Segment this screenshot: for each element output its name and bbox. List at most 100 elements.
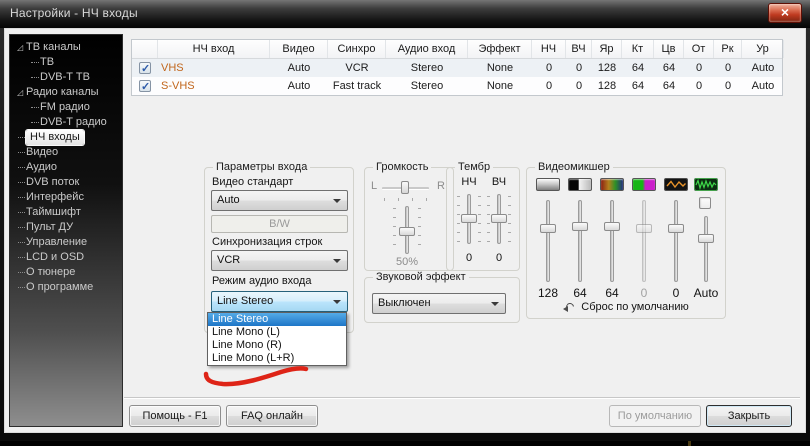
table-row[interactable]: S-VHSAutoFast trackStereoNone00128646400… (132, 77, 782, 95)
mixer-slider[interactable] (578, 200, 582, 282)
mixer-slider-thumb[interactable] (572, 222, 588, 231)
title-bar[interactable]: Настройки - НЧ входы × (0, 0, 810, 28)
sidebar-item-control[interactable]: Управление (10, 235, 122, 250)
hue-icon[interactable] (632, 178, 656, 191)
column-header[interactable]: НЧ (532, 40, 566, 58)
table-cell: 64 (654, 77, 684, 95)
dialog-client-area: ◿ТВ каналыТВDVB-T ТВ◿Радио каналыFM ради… (4, 28, 806, 433)
column-header[interactable]: Аудио вход (386, 40, 468, 58)
sidebar-item-label: НЧ входы (26, 130, 84, 145)
mixer-channel: Auto (691, 178, 721, 318)
column-header[interactable]: Ур (742, 40, 784, 58)
mixer-slider-thumb[interactable] (540, 224, 556, 233)
mixer-slider[interactable] (546, 200, 550, 282)
tone-channel-label: НЧ (455, 176, 483, 188)
faq-online-button[interactable]: FAQ онлайн (226, 405, 318, 427)
table-cell: Auto (742, 59, 784, 77)
mixer-slider[interactable] (704, 216, 708, 282)
chevron-down-icon (333, 300, 341, 304)
sidebar-item-fm-radio[interactable]: FM радио (10, 100, 122, 115)
table-cell: 64 (622, 59, 654, 77)
sidebar-item-remote-control[interactable]: Пульт ДУ (10, 220, 122, 235)
tree-line (18, 182, 25, 183)
table-row[interactable]: VHSAutoVCRStereoNone00128646400Auto (132, 59, 782, 77)
reset-defaults-link[interactable]: Сброс по умолчанию (527, 301, 725, 313)
dropdown-option[interactable]: Line Mono (L+R) (208, 352, 346, 365)
chevron-down-icon (491, 302, 499, 306)
column-header[interactable]: От (684, 40, 714, 58)
noise-icon[interactable] (694, 178, 718, 191)
tone-slider-thumb[interactable] (461, 214, 477, 223)
sidebar-item-label: DVB поток (26, 175, 79, 190)
sidebar-item-label: FM радио (40, 100, 90, 115)
close-icon[interactable]: × (768, 3, 802, 23)
sidebar-item-about-program[interactable]: О программе (10, 280, 122, 295)
mixer-slider[interactable] (610, 200, 614, 282)
tone-slider-thumb[interactable] (491, 214, 507, 223)
chevron-down-icon (333, 259, 341, 263)
sidebar-item-timeshift[interactable]: Таймшифт (10, 205, 122, 220)
tree-line (18, 167, 25, 168)
sync-label: Синхронизация строк (212, 236, 322, 248)
sidebar-item-dvbt-tv[interactable]: DVB-T ТВ (10, 70, 122, 85)
balance-slider-thumb[interactable] (401, 181, 409, 194)
contrast-icon[interactable] (568, 178, 592, 191)
dropdown-option[interactable]: Line Stereo (208, 313, 346, 326)
sidebar-item-lf-inputs[interactable]: НЧ входы (10, 130, 122, 145)
sidebar-item-radio-channels[interactable]: ◿Радио каналы (10, 85, 122, 100)
column-header[interactable] (132, 40, 158, 58)
table-cell: Auto (270, 59, 328, 77)
sidebar-item-tv-channels[interactable]: ◿ТВ каналы (10, 40, 122, 55)
mixer-slider[interactable] (674, 200, 678, 282)
sharpness-icon[interactable] (664, 178, 688, 191)
mixer-slider-thumb[interactable] (668, 224, 684, 233)
defaults-button[interactable]: По умолчанию (609, 405, 701, 427)
dropdown-option[interactable]: Line Mono (L) (208, 326, 346, 339)
expand-icon[interactable]: ◿ (17, 40, 26, 55)
row-enabled-checkbox[interactable] (132, 59, 158, 77)
sound-effect-group: Звуковой эффект Выключен (364, 277, 520, 323)
column-header[interactable]: Кт (622, 40, 654, 58)
mixer-slider-thumb[interactable] (636, 224, 652, 233)
mixer-auto-checkbox[interactable] (699, 197, 711, 209)
brightness-icon[interactable] (536, 178, 560, 191)
column-header[interactable]: Синхро (328, 40, 386, 58)
sidebar-item-lcd-osd[interactable]: LCD и OSD (10, 250, 122, 265)
column-header[interactable]: Видео (270, 40, 328, 58)
sidebar-item-label: ТВ каналы (26, 40, 81, 55)
audio-mode-select[interactable]: Line Stereo (211, 291, 348, 312)
column-header[interactable]: НЧ вход (158, 40, 270, 58)
row-enabled-checkbox[interactable] (132, 77, 158, 95)
close-button[interactable]: Закрыть (706, 405, 792, 427)
tone-value: 0 (455, 252, 483, 264)
mixer-slider[interactable] (642, 200, 646, 282)
volume-slider-thumb[interactable] (399, 227, 415, 236)
sidebar-item-dvbt-radio[interactable]: DVB-T радио (10, 115, 122, 130)
sound-effect-select[interactable]: Выключен (372, 293, 506, 314)
sidebar-item-interface[interactable]: Интерфейс (10, 190, 122, 205)
table-cell: 0 (566, 59, 592, 77)
bw-button[interactable]: B/W (211, 215, 348, 233)
sync-select[interactable]: VCR (211, 250, 348, 271)
mixer-slider-thumb[interactable] (698, 234, 714, 243)
tree-line (31, 122, 39, 123)
tree-line (31, 62, 39, 63)
saturation-icon[interactable] (600, 178, 624, 191)
column-header[interactable]: Цв (654, 40, 684, 58)
mixer-slider-thumb[interactable] (604, 222, 620, 231)
dropdown-option[interactable]: Line Mono (R) (208, 339, 346, 352)
video-standard-select[interactable]: Auto (211, 190, 348, 211)
column-header[interactable]: Рк (714, 40, 742, 58)
column-header[interactable]: ВЧ (566, 40, 592, 58)
column-header[interactable]: Яр (592, 40, 622, 58)
sidebar-item-audio[interactable]: Аудио (10, 160, 122, 175)
expand-icon[interactable]: ◿ (17, 85, 26, 100)
sidebar-item-tv[interactable]: ТВ (10, 55, 122, 70)
sidebar-item-dvb-stream[interactable]: DVB поток (10, 175, 122, 190)
settings-dialog: Настройки - НЧ входы × ◿ТВ каналыТВDVB-T… (0, 0, 810, 441)
sidebar-item-about-tuner[interactable]: О тюнере (10, 265, 122, 280)
column-header[interactable]: Эффект (468, 40, 532, 58)
help-button[interactable]: Помощь - F1 (129, 405, 221, 427)
input-name-cell: S-VHS (158, 77, 270, 95)
sidebar-item-video[interactable]: Видео (10, 145, 122, 160)
